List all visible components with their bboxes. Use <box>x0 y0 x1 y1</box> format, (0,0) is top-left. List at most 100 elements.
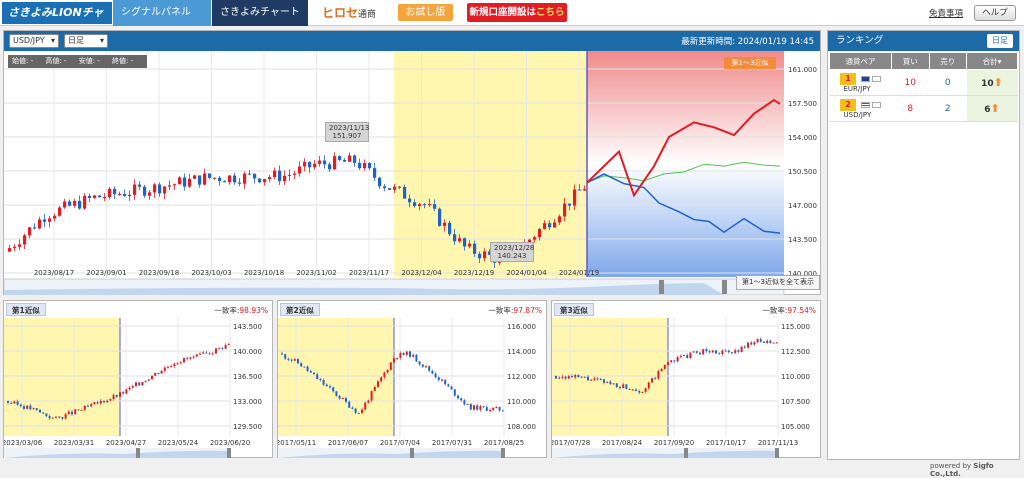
candle <box>338 156 342 161</box>
candle <box>441 379 443 381</box>
last-updated: 最新更新時間: 2024/01/19 14:45 <box>681 37 814 47</box>
candle <box>183 358 185 363</box>
high-tooltip: 2023/11/13 151.907 <box>325 122 369 142</box>
candle <box>58 207 62 216</box>
candle <box>332 387 335 392</box>
candle <box>45 413 48 417</box>
trial-button[interactable]: お試し版 <box>398 4 453 21</box>
candle <box>489 410 491 412</box>
near-panel-1-chart[interactable]: 143.500 140.000 136.500 133.000 129.500 2023/… <box>4 318 272 458</box>
candle <box>157 372 160 374</box>
tab-signal-panel[interactable]: シグナルパネル <box>113 0 211 26</box>
near-panel-3-chart[interactable]: 115.000 112.500 110.000 107.500 105.000 2017/… <box>552 318 820 458</box>
candle <box>495 406 498 408</box>
ranking-row[interactable]: 2 USD/JPY 8 2 6⬆ <box>829 95 1018 122</box>
candle <box>479 406 482 410</box>
near-panel-2-chart[interactable]: 116.000 114.000 112.000 110.000 108.000 2017/… <box>278 318 546 458</box>
y-tick-label: 116.000 <box>507 323 536 331</box>
us-flag-icon <box>860 101 870 108</box>
x-tick-label: 2023/03/31 <box>54 439 94 447</box>
y-tick-label: 140.000 <box>233 348 262 356</box>
ranking-header-row: 通貨ペア 買い 売り 合計▾ <box>829 52 1018 70</box>
candle <box>71 411 73 415</box>
candle <box>144 380 147 383</box>
candle <box>358 162 362 169</box>
y-tick-label: 105.000 <box>781 423 810 431</box>
ranking-period-button[interactable]: 日足 <box>987 34 1013 48</box>
col-buy[interactable]: 買い <box>891 52 930 70</box>
open-account-button[interactable]: 新規口座開設はこちら <box>467 3 567 22</box>
candle <box>353 155 357 163</box>
total-cell: 6⬆ <box>966 95 1018 122</box>
candle <box>398 186 402 188</box>
candle <box>328 164 332 170</box>
candle <box>303 366 306 368</box>
candle <box>501 410 504 412</box>
candle <box>615 383 618 388</box>
candle <box>756 339 759 343</box>
candle <box>686 355 689 358</box>
candle <box>147 379 150 381</box>
candle <box>663 365 666 369</box>
ranking-pair-cell: 1 EUR/JPY <box>829 69 892 96</box>
candle <box>747 342 749 348</box>
candle <box>351 407 354 409</box>
tab-sakiyomi-chart[interactable]: さきよみチャート <box>212 0 308 26</box>
app-logo[interactable]: さきよみLIONチャート <box>2 2 112 41</box>
candle <box>364 402 367 410</box>
candle <box>115 395 118 397</box>
col-sell[interactable]: 売り <box>928 52 967 70</box>
y-tick-label: 143.500 <box>788 236 817 244</box>
candle <box>370 390 373 401</box>
low-tooltip: 2023/12/28 140.243 <box>490 242 534 262</box>
up-arrow-icon: ⬆ <box>990 102 1000 115</box>
main-chart-header: USD/JPY 日足 最新更新時間: 2024/01/19 14:45 <box>4 31 820 51</box>
candle <box>238 182 242 184</box>
broker-logo[interactable]: ヒロセ通商 <box>322 4 376 21</box>
candle <box>186 358 189 360</box>
y-tick-label: 129.500 <box>233 423 262 431</box>
candle <box>654 378 657 380</box>
y-tick-label: 115.000 <box>781 323 810 331</box>
match-label: 一致率: <box>762 306 788 315</box>
candle <box>243 173 247 184</box>
candle <box>775 342 778 344</box>
candle <box>578 189 582 191</box>
candle <box>173 363 176 367</box>
candle <box>619 387 621 389</box>
help-button[interactable]: ヘルプ <box>974 5 1016 21</box>
pair-select[interactable]: USD/JPY <box>9 34 59 48</box>
candle <box>553 222 557 228</box>
disclaimer-link[interactable]: 免責事項 <box>929 7 963 19</box>
candle <box>667 362 669 366</box>
x-tick-label: 2023/06/20 <box>210 439 250 447</box>
ranking-row[interactable]: 1 EUR/JPY 10 0 10⬆ <box>829 69 1018 96</box>
navigator-handle-left <box>659 280 664 294</box>
candle <box>689 352 692 358</box>
show-all-near-button[interactable]: 第1〜3近似を全て表示 <box>736 275 820 290</box>
match-rate: 97.54% <box>787 306 816 315</box>
candle <box>603 379 605 383</box>
candle <box>192 356 195 358</box>
candle <box>128 194 132 197</box>
col-pair[interactable]: 通貨ペア <box>829 52 892 70</box>
col-total[interactable]: 合計▾ <box>966 52 1018 70</box>
y-tick-label: 107.500 <box>781 398 810 406</box>
y-tick-label: 161.000 <box>788 66 817 74</box>
period-select[interactable]: 日足 <box>64 34 108 48</box>
candle <box>482 406 485 408</box>
main-candlestick-chart[interactable]: 161.000 157.500 154.000 150.500 147.000 143.5… <box>4 51 820 295</box>
candle <box>90 404 93 407</box>
candle <box>93 195 97 198</box>
y-tick-label: 147.000 <box>788 202 817 210</box>
candle <box>622 384 625 389</box>
y-tick-label: 110.000 <box>781 373 810 381</box>
candle <box>567 376 570 379</box>
x-tick-label: 2023/12/19 <box>454 269 494 277</box>
candle <box>281 353 283 355</box>
candle <box>13 246 17 249</box>
candle <box>163 186 167 194</box>
x-tick-label: 2017/07/31 <box>432 439 472 447</box>
candle <box>363 163 367 169</box>
broker-name: ヒロセ <box>322 6 359 20</box>
